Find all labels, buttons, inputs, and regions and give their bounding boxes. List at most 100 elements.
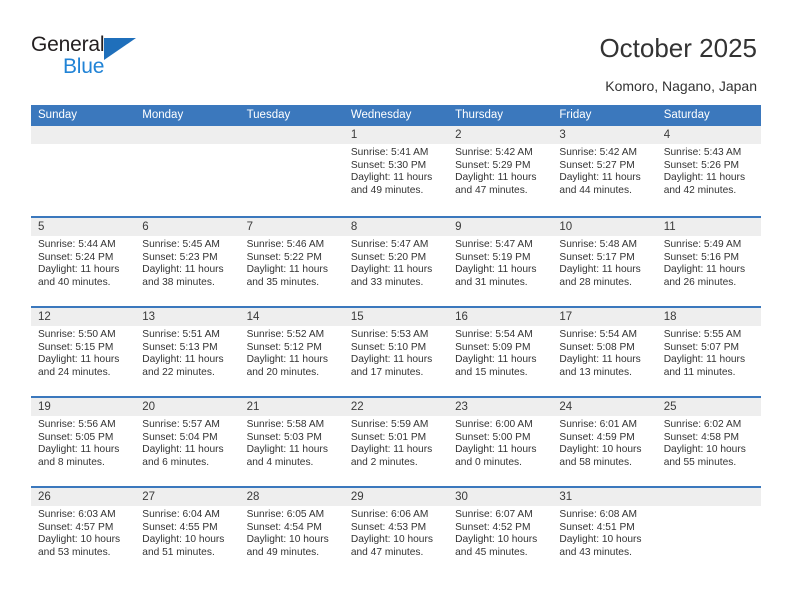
day-info-line: Sunset: 5:29 PM xyxy=(455,159,531,171)
day-info: Sunrise: 5:42 AM Sunset: 5:29 PM Daylight:… xyxy=(448,144,552,197)
day-info-line: and 13 minutes. xyxy=(559,366,632,378)
day-info-line: Sunset: 5:15 PM xyxy=(38,341,114,353)
day-cell-empty xyxy=(31,126,136,214)
day-info: Sunrise: 6:04 AM Sunset: 4:55 PM Daylight:… xyxy=(135,506,239,559)
day-info: Sunrise: 5:56 AM Sunset: 5:05 PM Daylight:… xyxy=(31,416,135,469)
day-info-line: and 49 minutes. xyxy=(246,546,320,558)
day-info-line: Sunset: 5:22 PM xyxy=(246,251,322,263)
day-cell-2[interactable]: 2 Sunrise: 5:42 AM Sunset: 5:29 PM Daylight… xyxy=(448,126,553,214)
day-cell-27[interactable]: 27 Sunrise: 6:04 AM Sunset: 4:55 PM Dayligh… xyxy=(135,488,240,576)
day-number-band: 30 xyxy=(448,488,553,506)
calendar-week-row: 12 Sunrise: 5:50 AM Sunset: 5:15 PM Dayligh… xyxy=(31,306,761,396)
day-info-line: Daylight: 11 hours xyxy=(38,444,120,456)
day-info-line: Sunset: 5:09 PM xyxy=(455,341,531,353)
day-info-line: Daylight: 11 hours xyxy=(663,264,746,276)
day-cell-30[interactable]: 30 Sunrise: 6:07 AM Sunset: 4:52 PM Dayligh… xyxy=(448,488,553,576)
day-info-line: and 51 minutes. xyxy=(142,546,215,558)
day-info-line: Sunrise: 6:03 AM xyxy=(38,509,116,520)
day-info: Sunrise: 6:01 AM Sunset: 4:59 PM Daylight:… xyxy=(552,416,656,469)
day-cell-24[interactable]: 24 Sunrise: 6:01 AM Sunset: 4:59 PM Dayligh… xyxy=(552,398,657,486)
day-number: 27 xyxy=(142,491,156,503)
day-cell-3[interactable]: 3 Sunrise: 5:42 AM Sunset: 5:27 PM Daylight… xyxy=(552,126,657,214)
day-info-line: Sunrise: 5:47 AM xyxy=(350,239,429,250)
day-cell-17[interactable]: 17 Sunrise: 5:54 AM Sunset: 5:08 PM Dayligh… xyxy=(552,308,657,396)
day-info: Sunrise: 5:50 AM Sunset: 5:15 PM Daylight:… xyxy=(31,326,135,379)
day-cell-9[interactable]: 9 Sunrise: 5:47 AM Sunset: 5:19 PM Daylight… xyxy=(448,218,553,306)
day-info-line: Sunrise: 5:54 AM xyxy=(455,329,533,340)
day-cell-11[interactable]: 11 Sunrise: 5:49 AM Sunset: 5:16 PM Dayligh… xyxy=(656,218,761,306)
day-cell-23[interactable]: 23 Sunrise: 6:00 AM Sunset: 5:00 PM Dayligh… xyxy=(448,398,553,486)
day-number-band: 1 xyxy=(343,126,449,144)
day-info-line: Sunset: 4:55 PM xyxy=(142,521,218,533)
day-cell-16[interactable]: 16 Sunrise: 5:54 AM Sunset: 5:09 PM Dayligh… xyxy=(448,308,553,396)
day-cell-4[interactable]: 4 Sunrise: 5:43 AM Sunset: 5:26 PM Daylight… xyxy=(656,126,761,214)
day-cell-28[interactable]: 28 Sunrise: 6:05 AM Sunset: 4:54 PM Dayligh… xyxy=(239,488,344,576)
day-info-line: Sunrise: 6:08 AM xyxy=(559,509,637,520)
day-info-line: Daylight: 11 hours xyxy=(663,354,746,366)
day-info-line: Sunset: 5:16 PM xyxy=(663,251,740,263)
day-number-band: 29 xyxy=(343,488,449,506)
day-cell-26[interactable]: 26 Sunrise: 6:03 AM Sunset: 4:57 PM Dayligh… xyxy=(31,488,136,576)
day-cell-7[interactable]: 7 Sunrise: 5:46 AM Sunset: 5:22 PM Daylight… xyxy=(239,218,344,306)
day-cell-22[interactable]: 22 Sunrise: 5:59 AM Sunset: 5:01 PM Dayligh… xyxy=(343,398,449,486)
day-cell-19[interactable]: 19 Sunrise: 5:56 AM Sunset: 5:05 PM Dayligh… xyxy=(31,398,136,486)
day-info-line: Sunrise: 6:01 AM xyxy=(559,419,637,430)
day-info: Sunrise: 5:47 AM Sunset: 5:19 PM Daylight:… xyxy=(448,236,552,289)
day-info-line: and 35 minutes. xyxy=(246,276,320,288)
day-cell-10[interactable]: 10 Sunrise: 5:48 AM Sunset: 5:17 PM Dayligh… xyxy=(552,218,657,306)
day-cell-1[interactable]: 1 Sunrise: 5:41 AM Sunset: 5:30 PM Daylight… xyxy=(343,126,449,214)
day-number-band xyxy=(656,488,761,506)
day-info-line: and 47 minutes. xyxy=(350,546,424,558)
day-info-line: Daylight: 11 hours xyxy=(350,264,433,276)
calendar-week-row: 19 Sunrise: 5:56 AM Sunset: 5:05 PM Dayligh… xyxy=(31,396,761,486)
day-info: Sunrise: 5:54 AM Sunset: 5:08 PM Daylight:… xyxy=(552,326,656,379)
day-cell-18[interactable]: 18 Sunrise: 5:55 AM Sunset: 5:07 PM Dayligh… xyxy=(656,308,761,396)
day-info: Sunrise: 5:49 AM Sunset: 5:16 PM Daylight:… xyxy=(657,236,761,289)
day-cell-6[interactable]: 6 Sunrise: 5:45 AM Sunset: 5:23 PM Daylight… xyxy=(135,218,240,306)
day-number: 22 xyxy=(350,401,364,413)
day-info-line: Sunrise: 5:42 AM xyxy=(455,147,533,158)
page-header: General Blue October 2025 Komoro, Nagano… xyxy=(0,0,792,100)
day-cell-25[interactable]: 25 Sunrise: 6:02 AM Sunset: 4:58 PM Dayligh… xyxy=(656,398,761,486)
day-info-line: Sunset: 5:10 PM xyxy=(350,341,427,353)
day-info-line: Sunset: 5:24 PM xyxy=(38,251,114,263)
day-info-line: Sunset: 5:07 PM xyxy=(663,341,740,353)
day-number: 23 xyxy=(455,401,468,413)
day-info: Sunrise: 5:43 AM Sunset: 5:26 PM Daylight:… xyxy=(657,144,761,197)
day-info-line: Daylight: 11 hours xyxy=(559,172,641,184)
day-info-line: Sunset: 5:01 PM xyxy=(350,431,427,443)
day-cell-21[interactable]: 21 Sunrise: 5:58 AM Sunset: 5:03 PM Dayligh… xyxy=(239,398,344,486)
day-info: Sunrise: 5:46 AM Sunset: 5:22 PM Daylight:… xyxy=(240,236,344,289)
day-number-band: 5 xyxy=(31,218,136,236)
day-info-line: Sunset: 5:05 PM xyxy=(38,431,114,443)
day-cell-13[interactable]: 13 Sunrise: 5:51 AM Sunset: 5:13 PM Dayligh… xyxy=(135,308,240,396)
day-cell-31[interactable]: 31 Sunrise: 6:08 AM Sunset: 4:51 PM Dayligh… xyxy=(552,488,657,576)
day-cell-12[interactable]: 12 Sunrise: 5:50 AM Sunset: 5:15 PM Dayligh… xyxy=(31,308,136,396)
day-info-line: Sunrise: 5:52 AM xyxy=(246,329,325,340)
weekday-header-sunday: Sunday xyxy=(38,109,78,121)
general-blue-logo[interactable]: General Blue xyxy=(31,33,211,83)
day-cell-29[interactable]: 29 Sunrise: 6:06 AM Sunset: 4:53 PM Dayligh… xyxy=(343,488,449,576)
day-info-line: Sunrise: 6:06 AM xyxy=(350,509,429,520)
day-info-line: Daylight: 11 hours xyxy=(455,264,537,276)
day-info-line: Daylight: 11 hours xyxy=(246,444,328,456)
day-info-line: Sunset: 4:57 PM xyxy=(38,521,114,533)
day-number-band: 22 xyxy=(343,398,449,416)
day-cell-5[interactable]: 5 Sunrise: 5:44 AM Sunset: 5:24 PM Daylight… xyxy=(31,218,136,306)
day-number-band: 20 xyxy=(135,398,240,416)
day-info-line: and 28 minutes. xyxy=(559,276,632,288)
day-cell-20[interactable]: 20 Sunrise: 5:57 AM Sunset: 5:04 PM Dayligh… xyxy=(135,398,240,486)
day-info-line: Daylight: 11 hours xyxy=(350,444,433,456)
day-info-line: and 24 minutes. xyxy=(38,366,111,378)
day-cell-14[interactable]: 14 Sunrise: 5:52 AM Sunset: 5:12 PM Dayligh… xyxy=(239,308,344,396)
day-info-line: Sunset: 4:53 PM xyxy=(350,521,427,533)
day-number: 20 xyxy=(142,401,156,413)
day-number-band: 24 xyxy=(552,398,657,416)
day-info: Sunrise: 6:02 AM Sunset: 4:58 PM Daylight:… xyxy=(657,416,761,469)
day-info: Sunrise: 5:48 AM Sunset: 5:17 PM Daylight:… xyxy=(552,236,656,289)
day-cell-15[interactable]: 15 Sunrise: 5:53 AM Sunset: 5:10 PM Dayligh… xyxy=(343,308,449,396)
day-number: 2 xyxy=(455,129,462,141)
weekday-header-saturday: Saturday xyxy=(663,109,710,121)
day-number: 8 xyxy=(350,221,358,233)
day-cell-8[interactable]: 8 Sunrise: 5:47 AM Sunset: 5:20 PM Daylight… xyxy=(343,218,449,306)
